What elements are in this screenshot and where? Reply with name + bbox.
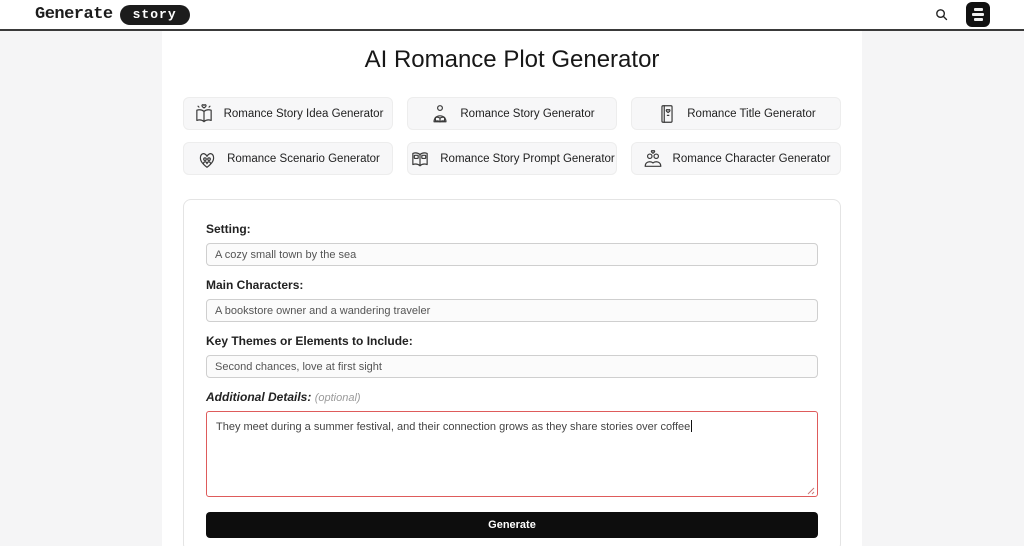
generator-link-label: Romance Story Idea Generator [223,107,384,120]
optional-note: (optional) [314,392,361,404]
top-navigation-bar: Generate story [0,0,1024,31]
textarea-resize-handle[interactable] [806,485,815,495]
book-cover-heart-icon [656,103,678,125]
two-characters-icon [642,148,664,170]
menu-icon [972,8,984,21]
search-button[interactable] [934,7,949,22]
topbar-actions [934,2,990,27]
generator-link-story-idea[interactable]: Romance Story Idea Generator [183,97,393,130]
site-logo[interactable]: Generate story [35,4,190,25]
generator-link-story-prompt[interactable]: Romance Story Prompt Generator [407,142,617,175]
page-title: AI Romance Plot Generator [364,46,660,73]
generator-link-character[interactable]: Romance Character Generator [631,142,841,175]
main-characters-input[interactable] [206,299,818,322]
open-book-panels-icon [409,148,431,170]
person-reading-book-icon [429,103,451,125]
menu-button[interactable] [966,2,990,27]
logo-text: Generate [35,5,113,24]
generator-link-label: Romance Story Prompt Generator [440,152,615,165]
additional-details-textarea[interactable]: They meet during a summer festival, and … [206,411,818,497]
key-themes-label: Key Themes or Elements to Include: [206,334,413,348]
text-cursor [691,420,693,432]
generator-link-label: Romance Title Generator [687,107,816,120]
open-book-heart-sparkle-icon [193,103,215,125]
generator-link-label: Romance Scenario Generator [227,152,380,165]
generator-link-title[interactable]: Romance Title Generator [631,97,841,130]
additional-details-text: They meet during a summer festival, and … [216,421,691,433]
setting-label: Setting: [206,222,251,236]
search-icon [934,7,949,22]
heart-couple-icon [196,148,218,170]
main-characters-label: Main Characters: [206,278,304,292]
generator-link-scenario[interactable]: Romance Scenario Generator [183,142,393,175]
generator-link-story[interactable]: Romance Story Generator [407,97,617,130]
setting-input[interactable] [206,243,818,266]
generator-link-label: Romance Character Generator [672,152,831,165]
plot-generator-form-card: Setting: Main Characters: Key Themes or … [183,199,841,546]
key-themes-input[interactable] [206,355,818,378]
generate-button[interactable]: Generate [206,512,818,538]
generator-link-label: Romance Story Generator [460,107,595,120]
generator-links-grid: Romance Story Idea Generator Romance Sto… [183,97,841,175]
additional-details-label: Additional Details: (optional) [206,390,818,404]
logo-badge: story [119,4,190,25]
main-content: AI Romance Plot Generator Romance Story … [162,0,862,546]
additional-details-label-text: Additional Details: [206,390,312,404]
